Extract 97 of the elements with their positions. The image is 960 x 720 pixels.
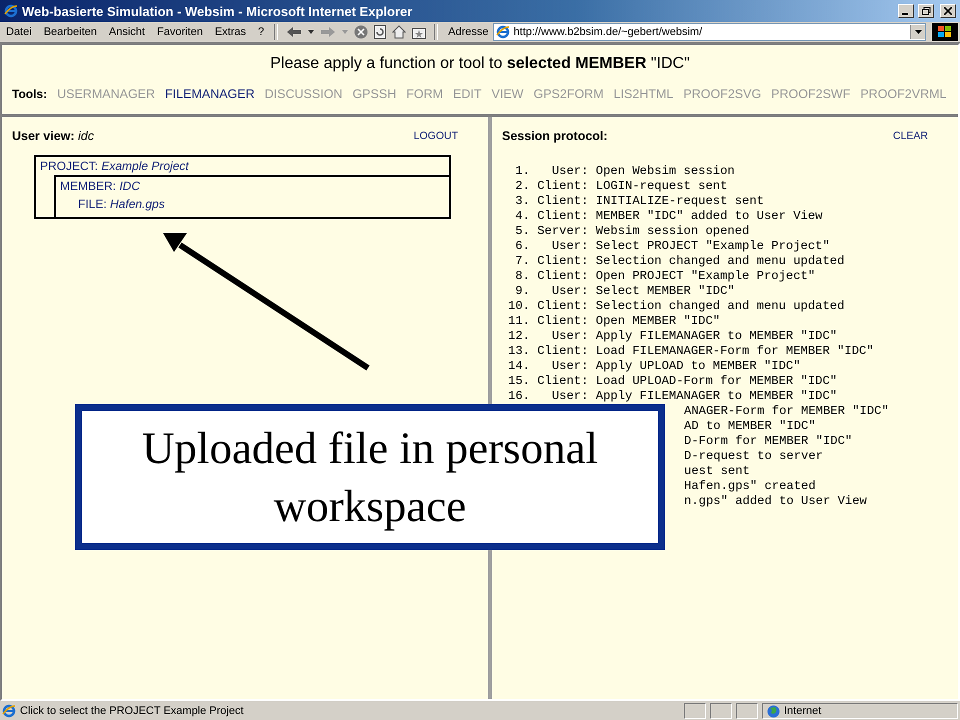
protocol-text: Load FILEMANAGER-Form for MEMBER "IDC" [596,344,874,359]
protocol-text: Selection changed and menu updated [596,299,844,314]
protocol-text: uest sent [684,464,750,479]
protocol-text: Open PROJECT "Example Project" [596,269,816,284]
close-button[interactable] [940,4,956,18]
protocol-text: Apply FILEMANAGER to MEMBER "IDC" [596,329,838,344]
home-icon[interactable] [392,25,406,39]
protocol-text: INITIALIZE-request sent [596,194,764,209]
instruction-text: Please apply a function or tool to selected MEMBER "IDC" [269,55,691,73]
protocol-source: Client: [536,299,588,314]
protocol-source: Client: [536,209,588,224]
protocol-source: Client: [536,179,588,194]
callout-text: Uploaded file in personal workspace [140,422,600,533]
refresh-icon[interactable] [374,25,386,39]
clear-link[interactable]: CLEAR [892,130,928,142]
back-icon[interactable] [286,26,302,38]
close-icon [944,7,952,15]
line-number: 12. [508,329,530,344]
browser-icon [4,4,18,18]
dropdown-icon[interactable] [910,25,925,39]
protocol-source: Client: [536,194,588,209]
protocol-text: Apply FILEMANAGER to MEMBER "IDC" [596,389,838,404]
page-icon [496,25,510,39]
line-number: 7. [514,254,530,269]
protocol-source: Client: [536,254,588,269]
status-pane [736,703,758,719]
protocol-text: Websim session opened [596,224,750,239]
minimize-button[interactable] [898,4,914,18]
zone-label: Internet [784,705,822,717]
menu-item[interactable]: Datei [0,26,38,38]
protocol-text: Hafen.gps" created [684,479,816,494]
menu-item[interactable]: Ansicht [102,26,151,38]
protocol-source: User: [550,359,588,374]
protocol-source: Client: [536,269,588,284]
protocol-text: n.gps" added to User View [684,494,867,509]
logout-link[interactable]: LOGOUT [414,130,458,142]
line-number: 14. [508,359,530,374]
protocol-text: MEMBER "IDC" added to User View [596,209,822,224]
line-number: 6. [514,239,530,254]
stop-icon[interactable] [354,25,368,39]
line-number: 4. [514,209,530,224]
menu-item[interactable]: Favoriten [150,26,209,38]
menu-item[interactable]: ? [252,26,270,38]
protocol-text: Select MEMBER "IDC" [596,284,735,299]
window-title: Web-basierte Simulation - Websim - Microsoft Internet Explorer [22,4,414,18]
protocol-source: Server: [536,224,588,239]
tree-item[interactable]: MEMBER: IDC [56,177,144,195]
status-text: Click to select the PROJECT Example Project [20,705,245,717]
menu-item[interactable]: Extras [208,26,252,38]
globe-icon [767,704,780,718]
protocol-text: Select PROJECT "Example Project" [596,239,830,254]
protocol-text: Apply UPLOAD to MEMBER "IDC" [596,359,801,374]
protocol-source: Client: [536,314,588,329]
caret-icon[interactable] [308,30,314,34]
maximize-button[interactable] [918,4,934,18]
protocol-source: Client: [536,344,588,359]
tool-link[interactable]: FILEMANAGER [165,87,255,101]
page-icon [2,704,16,718]
address-field[interactable]: http://www.b2bsim.de/~gebert/websim/ [492,23,926,41]
protocol-text: Selection changed and menu updated [596,254,844,269]
line-number: 11. [508,314,530,329]
protocol-source: Client: [536,374,588,389]
protocol-text: Open Websim session [596,164,735,179]
protocol-source: User: [550,164,588,179]
protocol-text: D-request to server [684,449,823,464]
address-label: Adresse [447,26,490,38]
protocol-source: User: [550,329,588,344]
panel-title: Session protocol: [502,129,608,143]
protocol-text: Load UPLOAD-Form for MEMBER "IDC" [596,374,838,389]
protocol-text: ANAGER-Form for MEMBER "IDC" [684,404,889,419]
line-number: 16. [508,389,530,404]
line-number: 3. [514,194,530,209]
menu-item[interactable]: Bearbeiten [38,26,103,38]
protocol-source: User: [550,284,588,299]
panel-title: User view: idc [12,129,94,143]
tools-label: Tools: [12,87,48,101]
protocol-text: LOGIN-request sent [596,179,728,194]
line-number: 15. [508,374,530,389]
protocol-source: User: [550,389,588,404]
protocol-source: User: [550,239,588,254]
protocol-text: D-Form for MEMBER "IDC" [684,434,852,449]
line-number: 13. [508,344,530,359]
line-number: 2. [514,179,530,194]
tree-item[interactable]: PROJECT: Example Project [36,157,193,175]
protocol-text: AD to MEMBER "IDC" [684,419,816,434]
protocol-text: Open MEMBER "IDC" [596,314,720,329]
restore-icon [922,7,930,15]
tree-item[interactable]: FILE: Hafen.gps [56,195,449,217]
status-pane [710,703,732,719]
favorites-icon[interactable] [412,26,426,38]
line-number: 9. [514,284,530,299]
line-number: 1. [514,164,530,179]
windows-logo-icon [932,23,958,41]
line-number: 10. [508,299,530,314]
status-pane [684,703,706,719]
line-number: 5. [514,224,530,239]
line-number: 8. [514,269,530,284]
